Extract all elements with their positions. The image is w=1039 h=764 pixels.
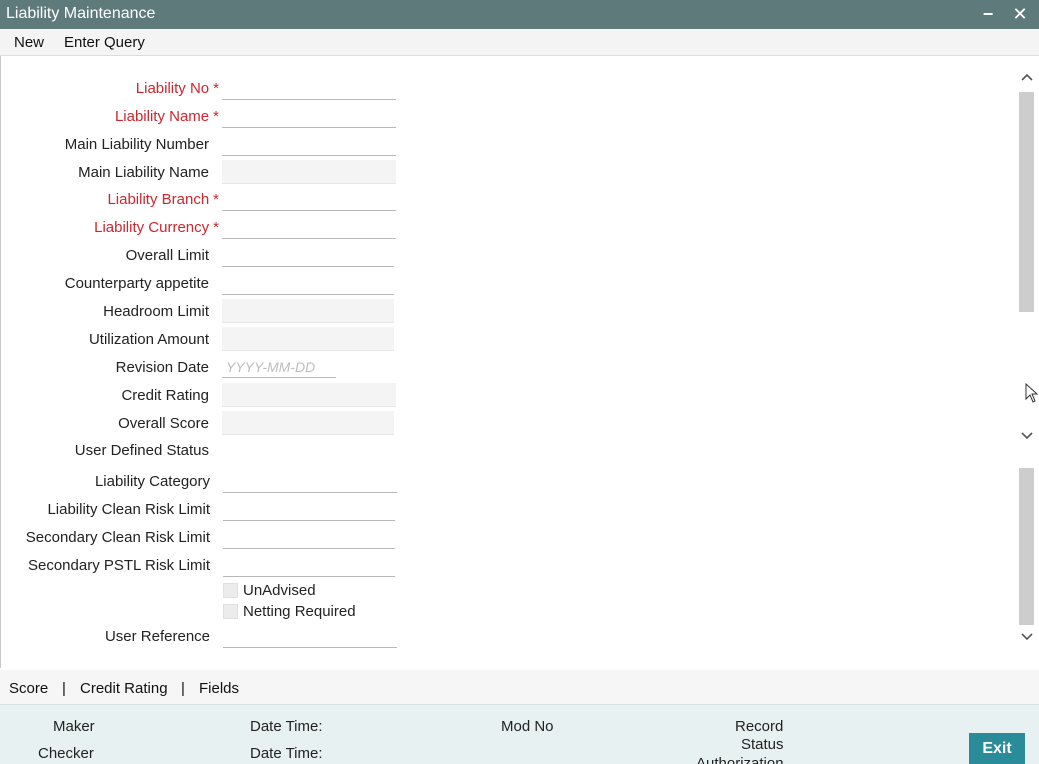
liability-branch-field[interactable] <box>222 189 396 211</box>
user-reference-field[interactable] <box>223 626 397 648</box>
main-liability-number-label: Main Liability Number <box>64 136 209 153</box>
record-label: Record <box>735 718 784 735</box>
liability-category-label: Liability Category <box>94 473 210 490</box>
new-button[interactable]: New <box>14 34 44 51</box>
overall-limit-field[interactable] <box>222 245 394 267</box>
enter-query-button[interactable]: Enter Query <box>64 34 145 51</box>
liability-name-field[interactable] <box>222 106 396 128</box>
tab-separator: | <box>62 680 66 697</box>
main-liability-name-label: Main Liability Name <box>78 164 209 181</box>
menu-bar: New Enter Query <box>0 29 1039 56</box>
liability-no-label: Liability No * <box>135 80 219 97</box>
liability-currency-field[interactable] <box>222 217 396 239</box>
checker-label: Checker <box>38 745 94 762</box>
required-marker: * <box>213 219 219 236</box>
required-marker: * <box>213 108 219 125</box>
lower-scroll-down-icon[interactable] <box>1018 629 1036 645</box>
unadvised-label: UnAdvised <box>243 582 316 599</box>
secondary-clean-risk-limit-label: Secondary Clean Risk Limit <box>25 529 210 546</box>
tab-credit-rating[interactable]: Credit Rating <box>80 680 168 697</box>
user-reference-label: User Reference <box>104 628 210 645</box>
status-label: Status <box>741 736 784 753</box>
unadvised-checkbox[interactable] <box>223 583 238 598</box>
headroom-limit-field <box>222 299 394 323</box>
utilization-amount-field <box>222 327 394 351</box>
mouse-cursor-icon <box>1025 382 1039 408</box>
user-defined-status-label: User Defined Status <box>74 442 209 459</box>
tab-separator: | <box>181 680 185 697</box>
secondary-pstl-risk-limit-label: Secondary PSTL Risk Limit <box>27 557 210 574</box>
checker-date-time-label: Date Time: <box>250 745 323 762</box>
required-marker: * <box>213 191 219 208</box>
secondary-pstl-risk-limit-field[interactable] <box>223 555 395 577</box>
netting-required-checkbox[interactable] <box>223 604 238 619</box>
liability-currency-label: Liability Currency * <box>94 219 219 236</box>
lower-scrollbar-thumb[interactable] <box>1019 468 1034 625</box>
overall-limit-label: Overall Limit <box>125 247 209 264</box>
liability-clean-risk-limit-field[interactable] <box>223 499 395 521</box>
headroom-limit-label: Headroom Limit <box>103 303 209 320</box>
netting-required-label: Netting Required <box>243 603 356 620</box>
maker-label: Maker <box>53 718 95 735</box>
overall-score-field <box>222 411 394 435</box>
tab-fields[interactable]: Fields <box>199 680 239 697</box>
lower-scrollbar[interactable] <box>1017 468 1037 660</box>
liability-branch-label: Liability Branch * <box>107 191 219 208</box>
credit-rating-label: Credit Rating <box>121 387 209 404</box>
close-icon[interactable]: ✕ <box>1010 3 1030 25</box>
secondary-clean-risk-limit-field[interactable] <box>223 527 395 549</box>
liability-no-field[interactable] <box>222 78 396 100</box>
exit-button[interactable]: Exit <box>969 733 1025 764</box>
scroll-down-icon[interactable] <box>1018 428 1036 444</box>
mod-no-label: Mod No <box>501 718 554 735</box>
required-marker: * <box>213 80 219 97</box>
counterparty-appetite-label: Counterparty appetite <box>64 275 209 292</box>
window-titlebar: Liability Maintenance − ✕ <box>0 0 1039 29</box>
liability-name-label: Liability Name * <box>114 108 219 125</box>
form-panel: Liability No * Liability Name * Main Liabi… <box>0 56 1018 668</box>
maker-date-time-label: Date Time: <box>250 718 323 735</box>
subscreen-tabs: Score | Credit Rating | Fields <box>0 670 1039 704</box>
minimize-icon[interactable]: − <box>978 3 998 25</box>
utilization-amount-label: Utilization Amount <box>88 331 209 348</box>
counterparty-appetite-field[interactable] <box>222 273 394 295</box>
main-liability-name-field <box>222 160 396 184</box>
main-liability-number-field[interactable] <box>222 134 396 156</box>
liability-category-field[interactable] <box>223 471 397 493</box>
upper-scrollbar-thumb[interactable] <box>1019 92 1034 312</box>
revision-date-label: Revision Date <box>115 359 209 376</box>
overall-score-label: Overall Score <box>118 415 209 432</box>
tab-score[interactable]: Score <box>9 680 48 697</box>
window-title: Liability Maintenance <box>6 5 156 22</box>
audit-footer: Maker Checker Date Time: Date Time: Mod … <box>0 704 1039 764</box>
liability-clean-risk-limit-label: Liability Clean Risk Limit <box>47 501 210 518</box>
credit-rating-field <box>222 383 396 407</box>
revision-date-field[interactable] <box>222 356 336 378</box>
scroll-up-icon[interactable] <box>1018 69 1036 85</box>
